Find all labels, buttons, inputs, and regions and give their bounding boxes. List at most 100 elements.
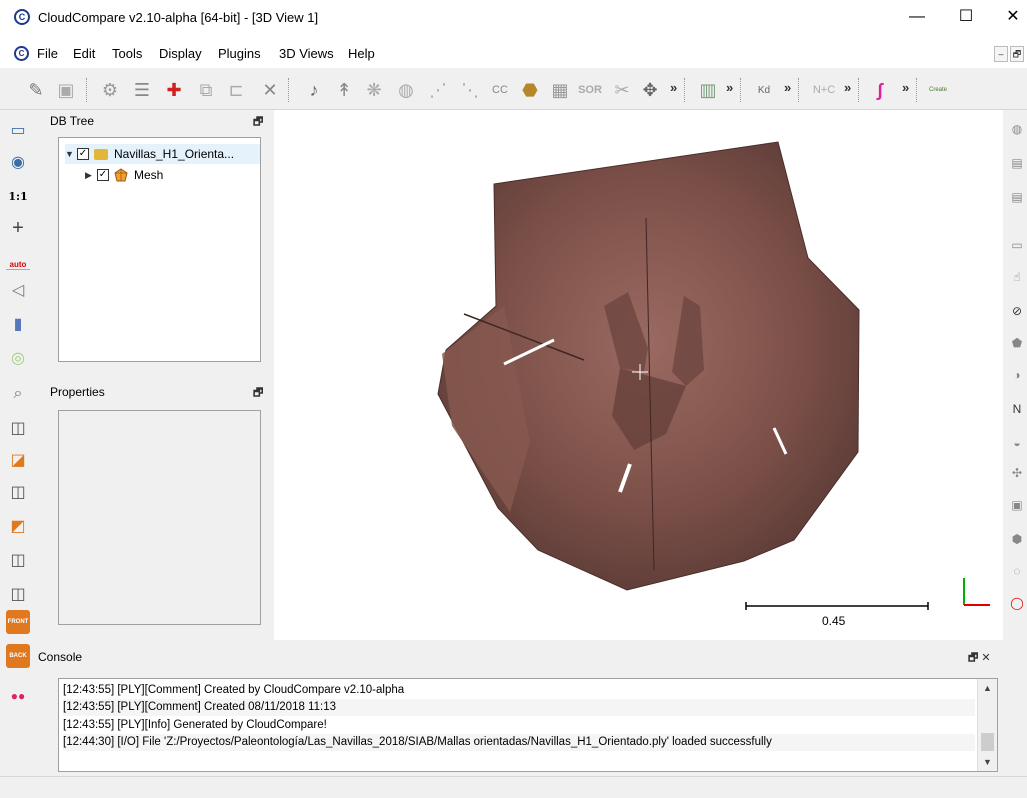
toolbar-separator [858,78,859,102]
zoom-icon[interactable]: ⌕ [6,382,30,406]
merge-icon[interactable]: ⊏ [222,76,250,104]
normal-n-icon[interactable]: N [1007,398,1027,420]
kdtree-icon[interactable]: Kd [750,76,778,104]
db-tree-float-button[interactable]: 🗗 [253,113,263,132]
view-left-icon[interactable]: ◫ [6,480,30,504]
density-icon[interactable]: ❋ [360,76,388,104]
pivot-icon[interactable]: + [6,216,30,240]
console-output[interactable]: [12:43:55] [PLY][Comment] Created by Clo… [58,678,998,772]
mdi-minimize-button[interactable]: – [994,46,1008,62]
toolbar-more-button[interactable]: » [726,80,733,95]
menu-plugins[interactable]: Plugins [218,46,261,61]
scroll-up-icon[interactable]: ▲ [983,683,992,693]
cloud-mesh-distance-icon[interactable]: ⋱ [456,76,484,104]
menu-file[interactable]: File [37,46,58,61]
3d-view[interactable] [274,110,1003,640]
properties-header: Properties 🗗 [46,381,268,403]
auto-pivot-icon[interactable]: auto [6,246,30,270]
shader-icon[interactable]: ◍ [1007,118,1027,140]
canupo-create-icon[interactable]: Create [924,76,952,104]
settings-gear-icon[interactable]: ⚙ [96,76,124,104]
connected-components-icon[interactable]: CC [486,76,514,104]
db-tree[interactable]: ▼ ✓ Navillas_H1_Orienta... ▶ ✓ Mesh [58,137,261,362]
compass-icon[interactable]: ⊘ [1007,300,1027,322]
view-bottom-icon[interactable]: ◫ [6,582,30,606]
histogram-icon[interactable]: ▥ [694,76,722,104]
mesh-checkbox[interactable]: ✓ [97,169,109,181]
noise-filter-icon[interactable]: ✂ [608,76,636,104]
toolbar-more-button[interactable]: » [670,80,677,95]
tree-row-root[interactable]: ▼ ✓ Navillas_H1_Orienta... [65,144,260,164]
menu-display[interactable]: Display [159,46,202,61]
scroll-thumb[interactable] [981,733,994,751]
menu-help[interactable]: Help [348,46,375,61]
shield-icon[interactable]: ⬟ [1007,332,1027,354]
console-buttons[interactable]: 🗗 ✕ [968,649,991,668]
cloud-cloud-distance-icon[interactable]: ⋰ [424,76,452,104]
clone-icon[interactable]: ⧉ [192,76,220,104]
menu-3d-views[interactable]: 3D Views [279,46,334,61]
light-icon[interactable]: ◁ [6,278,30,302]
menu-tools[interactable]: Tools [112,46,142,61]
hpr-icon[interactable]: ◒ [1007,432,1027,454]
root-checkbox[interactable]: ✓ [77,148,89,160]
scroll-down-icon[interactable]: ▼ [983,757,992,767]
hand-icon[interactable]: ☝ [1007,266,1027,288]
list-icon[interactable]: ☰ [128,76,156,104]
plugin-icon[interactable]: ◑ [1007,364,1027,386]
toolbar-more-button[interactable]: » [844,80,851,95]
tree-row-mesh[interactable]: ▶ ✓ Mesh [85,165,245,185]
tree-root-label: Navillas_H1_Orienta... [114,147,235,161]
pcv-icon[interactable]: ▣ [1007,494,1027,516]
perspective-icon[interactable]: ▮ [6,312,30,336]
view-back-icon[interactable]: ◩ [6,514,30,538]
view-top-icon[interactable]: ◫ [6,416,30,440]
normal-compute-icon[interactable]: N+C [810,76,838,104]
close-button[interactable]: ✕ [995,6,1027,30]
cloudcompare-icon: C [14,9,30,25]
normals-icon[interactable]: ↟ [330,76,358,104]
translate-icon[interactable]: ✥ [636,76,664,104]
color-palette-icon[interactable]: ⬣ [516,76,544,104]
ransac-icon[interactable]: ◌ [1007,560,1027,582]
checkerboard-icon[interactable]: ▦ [546,76,574,104]
subsample-icon[interactable]: ♪ [300,76,328,104]
mesh-render [437,141,990,610]
back-iso-icon[interactable]: BACK [6,644,30,668]
edl-icon[interactable]: ▤ [1007,152,1027,174]
console-line: [12:43:55] [PLY][Comment] Created by Clo… [63,684,405,696]
poisson-icon[interactable]: ⬢ [1007,528,1027,550]
open-icon[interactable]: ✎ [22,76,50,104]
film-icon[interactable]: ▭ [1007,234,1027,256]
mdi-restore-button[interactable]: 🗗 [1010,46,1024,62]
segment-icon[interactable]: ∫ [866,76,894,104]
expand-arrow-icon[interactable]: ▼ [65,149,77,159]
view-right-icon[interactable]: ◫ [6,548,30,572]
maximize-button[interactable]: ☐ [948,6,984,30]
view-front-icon[interactable]: ◪ [6,448,30,472]
properties-panel[interactable] [58,410,261,625]
collapse-arrow-icon[interactable]: ▶ [85,170,97,181]
save-icon[interactable]: ▣ [52,76,80,104]
front-iso-icon[interactable]: FRONT [6,610,30,634]
monitor-icon[interactable]: ▭ [6,118,30,142]
ssao-icon[interactable]: ▤ [1007,186,1027,208]
m3c2-icon[interactable]: ✣ [1007,462,1027,484]
tree-mesh-label: Mesh [134,168,164,182]
sor-filter-icon[interactable]: SOR [576,76,604,104]
console-scrollbar[interactable]: ▲ ▼ [977,679,997,771]
toolbar-more-button[interactable]: » [784,80,791,95]
toolbar-more-button[interactable]: » [902,80,909,95]
cloudcompare-small-icon: C [14,46,29,61]
gl-filter-icon[interactable]: ◎ [6,346,30,370]
pick-point-icon[interactable]: ✚ [160,76,188,104]
ellipse-icon[interactable]: ◯ [1007,592,1027,614]
camera-icon[interactable]: ◉ [6,150,30,174]
sample-mesh-icon[interactable]: ◍ [392,76,420,104]
one-to-one-icon[interactable]: 1:1 [6,184,30,208]
delete-icon[interactable]: ✕ [256,76,284,104]
minimize-button[interactable]: — [899,6,935,30]
menu-edit[interactable]: Edit [73,46,95,61]
stereo-icon[interactable]: ●● [6,684,30,708]
properties-float-button[interactable]: 🗗 [253,384,263,403]
